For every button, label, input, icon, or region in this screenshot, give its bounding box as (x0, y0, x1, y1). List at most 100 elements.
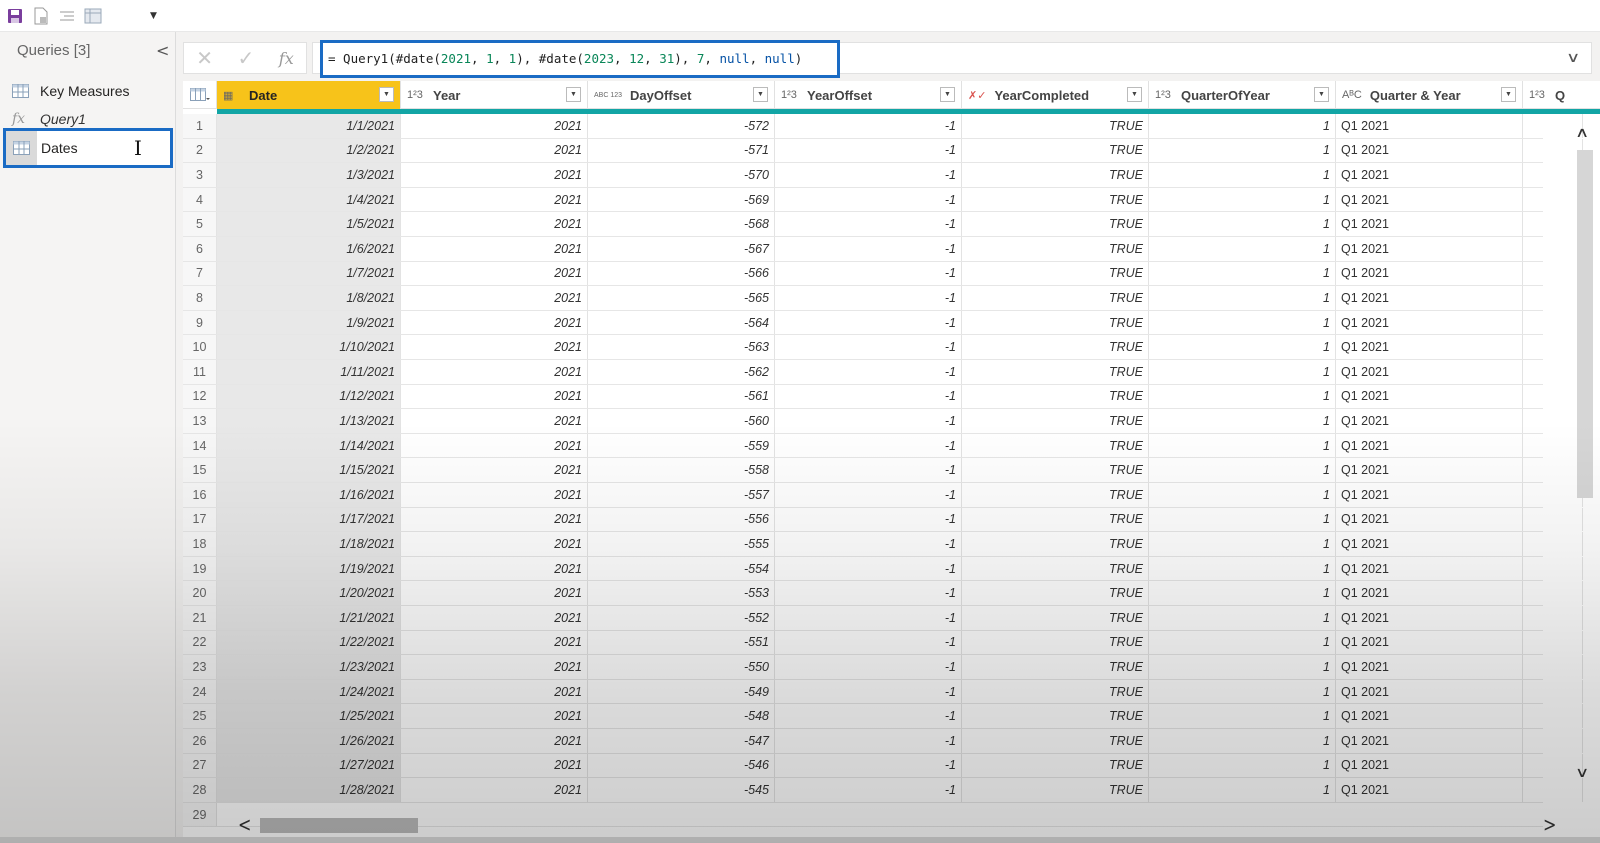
table-cell[interactable]: 1/15/2021 (217, 458, 401, 482)
table-cell[interactable]: -570 (588, 163, 775, 187)
table-cell[interactable]: TRUE (962, 532, 1149, 556)
table-cell[interactable]: 1/21/2021 (217, 606, 401, 630)
table-cell[interactable]: 1/14/2021 (217, 433, 401, 458)
table-cell[interactable]: -1 (775, 187, 962, 212)
table-cell[interactable] (1523, 606, 1583, 630)
query-item-dates-rename[interactable]: I (3, 128, 173, 168)
table-cell[interactable]: -1 (775, 704, 962, 728)
table-cell[interactable]: -547 (588, 729, 775, 753)
vertical-scrollbar[interactable]: ∧ ∨ (1575, 125, 1595, 795)
table-cell[interactable]: Q1 2021 (1336, 335, 1523, 359)
table-cell[interactable]: 1/24/2021 (217, 679, 401, 704)
table-cell[interactable]: 1/28/2021 (217, 778, 401, 802)
table-cell[interactable]: -1 (775, 556, 962, 581)
table-cell[interactable]: 1 (1149, 507, 1336, 532)
table-cell[interactable] (1523, 286, 1583, 310)
insert-function-button[interactable]: fx (279, 49, 294, 68)
table-cell[interactable]: 2021 (401, 433, 588, 458)
table-cell[interactable]: Q1 2021 (1336, 310, 1523, 335)
table-cell[interactable]: -1 (775, 212, 962, 236)
type-number-icon[interactable]: 1²3 (407, 89, 425, 101)
table-cell[interactable]: 1/7/2021 (217, 261, 401, 286)
table-cell[interactable]: 2021 (401, 483, 588, 507)
table-cell[interactable]: 1 (1149, 163, 1336, 187)
table-cell[interactable]: Q1 2021 (1336, 704, 1523, 728)
row-number[interactable]: 7 (183, 261, 217, 286)
table-cell[interactable] (1523, 138, 1583, 163)
table-cell[interactable]: 2021 (401, 630, 588, 655)
row-number[interactable]: 2 (183, 138, 217, 163)
table-cell[interactable]: 1/16/2021 (217, 483, 401, 507)
table-cell[interactable]: 1/17/2021 (217, 507, 401, 532)
table-cell[interactable]: Q1 2021 (1336, 433, 1523, 458)
row-number[interactable]: 15 (183, 458, 217, 482)
table-cell[interactable]: 1/10/2021 (217, 335, 401, 359)
row-number[interactable]: 11 (183, 360, 217, 384)
table-cell[interactable]: 2021 (401, 335, 588, 359)
table-cell[interactable]: -551 (588, 630, 775, 655)
table-cell[interactable]: 1 (1149, 556, 1336, 581)
column-filter-dropdown-icon[interactable]: ▼ (379, 87, 394, 102)
table-cell[interactable]: 1/8/2021 (217, 286, 401, 310)
table-cell[interactable] (1523, 335, 1583, 359)
table-cell[interactable] (1523, 729, 1583, 753)
table-cell[interactable]: 2021 (401, 187, 588, 212)
table-cell[interactable]: 2021 (401, 138, 588, 163)
table-cell[interactable] (1523, 507, 1583, 532)
table-cell[interactable]: 1 (1149, 384, 1336, 409)
table-cell[interactable]: 1 (1149, 261, 1336, 286)
column-header-year[interactable]: 1²3 Year ▼ (401, 81, 588, 109)
table-cell[interactable]: Q1 2021 (1336, 286, 1523, 310)
table-cell[interactable]: 1 (1149, 753, 1336, 778)
column-filter-dropdown-icon[interactable]: ▼ (753, 87, 768, 102)
table-cell[interactable]: 1/23/2021 (217, 655, 401, 679)
commit-formula-button[interactable]: ✓ (238, 46, 255, 70)
table-cell[interactable] (1523, 778, 1583, 802)
scroll-down-icon[interactable]: ∨ (1575, 765, 1589, 781)
formula-text[interactable]: = Query1(#date(2021, 1, 1), #date(2023, … (328, 51, 802, 66)
table-cell[interactable]: TRUE (962, 606, 1149, 630)
row-number[interactable]: 10 (183, 335, 217, 359)
column-header-yearcompleted[interactable]: ✗✓ YearCompleted ▼ (962, 81, 1149, 109)
new-file-icon[interactable] (32, 7, 50, 25)
table-cell[interactable]: Q1 2021 (1336, 507, 1523, 532)
table-cell[interactable]: 1 (1149, 581, 1336, 605)
table-cell[interactable]: -1 (775, 507, 962, 532)
table-cell[interactable]: 1 (1149, 187, 1336, 212)
expand-formula-icon[interactable]: ∨ (1566, 50, 1580, 66)
table-cell[interactable]: -1 (775, 483, 962, 507)
table-cell[interactable] (1523, 483, 1583, 507)
table-cell[interactable]: 1 (1149, 704, 1336, 728)
scroll-up-icon[interactable]: ∧ (1575, 125, 1589, 141)
table-cell[interactable]: Q1 2021 (1336, 458, 1523, 482)
row-number[interactable]: 23 (183, 655, 217, 679)
table-cell[interactable]: -1 (775, 360, 962, 384)
table-cell[interactable]: -554 (588, 556, 775, 581)
table-cell[interactable]: 2021 (401, 532, 588, 556)
table-cell[interactable]: -1 (775, 729, 962, 753)
table-cell[interactable] (1523, 310, 1583, 335)
table-cell[interactable] (1523, 433, 1583, 458)
table-cell[interactable]: -553 (588, 581, 775, 605)
row-number[interactable]: 19 (183, 556, 217, 581)
table-cell[interactable]: Q1 2021 (1336, 630, 1523, 655)
query-name-input[interactable] (41, 137, 131, 159)
table-cell[interactable]: TRUE (962, 187, 1149, 212)
table-cell[interactable]: -1 (775, 409, 962, 433)
table-cell[interactable]: 1 (1149, 335, 1336, 359)
table-cell[interactable]: Q1 2021 (1336, 778, 1523, 802)
table-cell[interactable]: TRUE (962, 581, 1149, 605)
table-cell[interactable]: -1 (775, 433, 962, 458)
table-cell[interactable]: Q1 2021 (1336, 581, 1523, 605)
table-cell[interactable]: 1 (1149, 138, 1336, 163)
table-cell[interactable]: Q1 2021 (1336, 556, 1523, 581)
table-cell[interactable]: -571 (588, 138, 775, 163)
table-cell[interactable]: -548 (588, 704, 775, 728)
column-filter-dropdown-icon[interactable]: ▼ (1501, 87, 1516, 102)
table-cell[interactable]: TRUE (962, 507, 1149, 532)
table-cell[interactable] (1523, 261, 1583, 286)
table-cell[interactable]: 1/3/2021 (217, 163, 401, 187)
table-menu-button[interactable] (183, 81, 217, 109)
column-header-date[interactable]: ▦ Date ▼ (217, 81, 401, 109)
type-logical-icon[interactable]: ✗✓ (968, 89, 986, 102)
